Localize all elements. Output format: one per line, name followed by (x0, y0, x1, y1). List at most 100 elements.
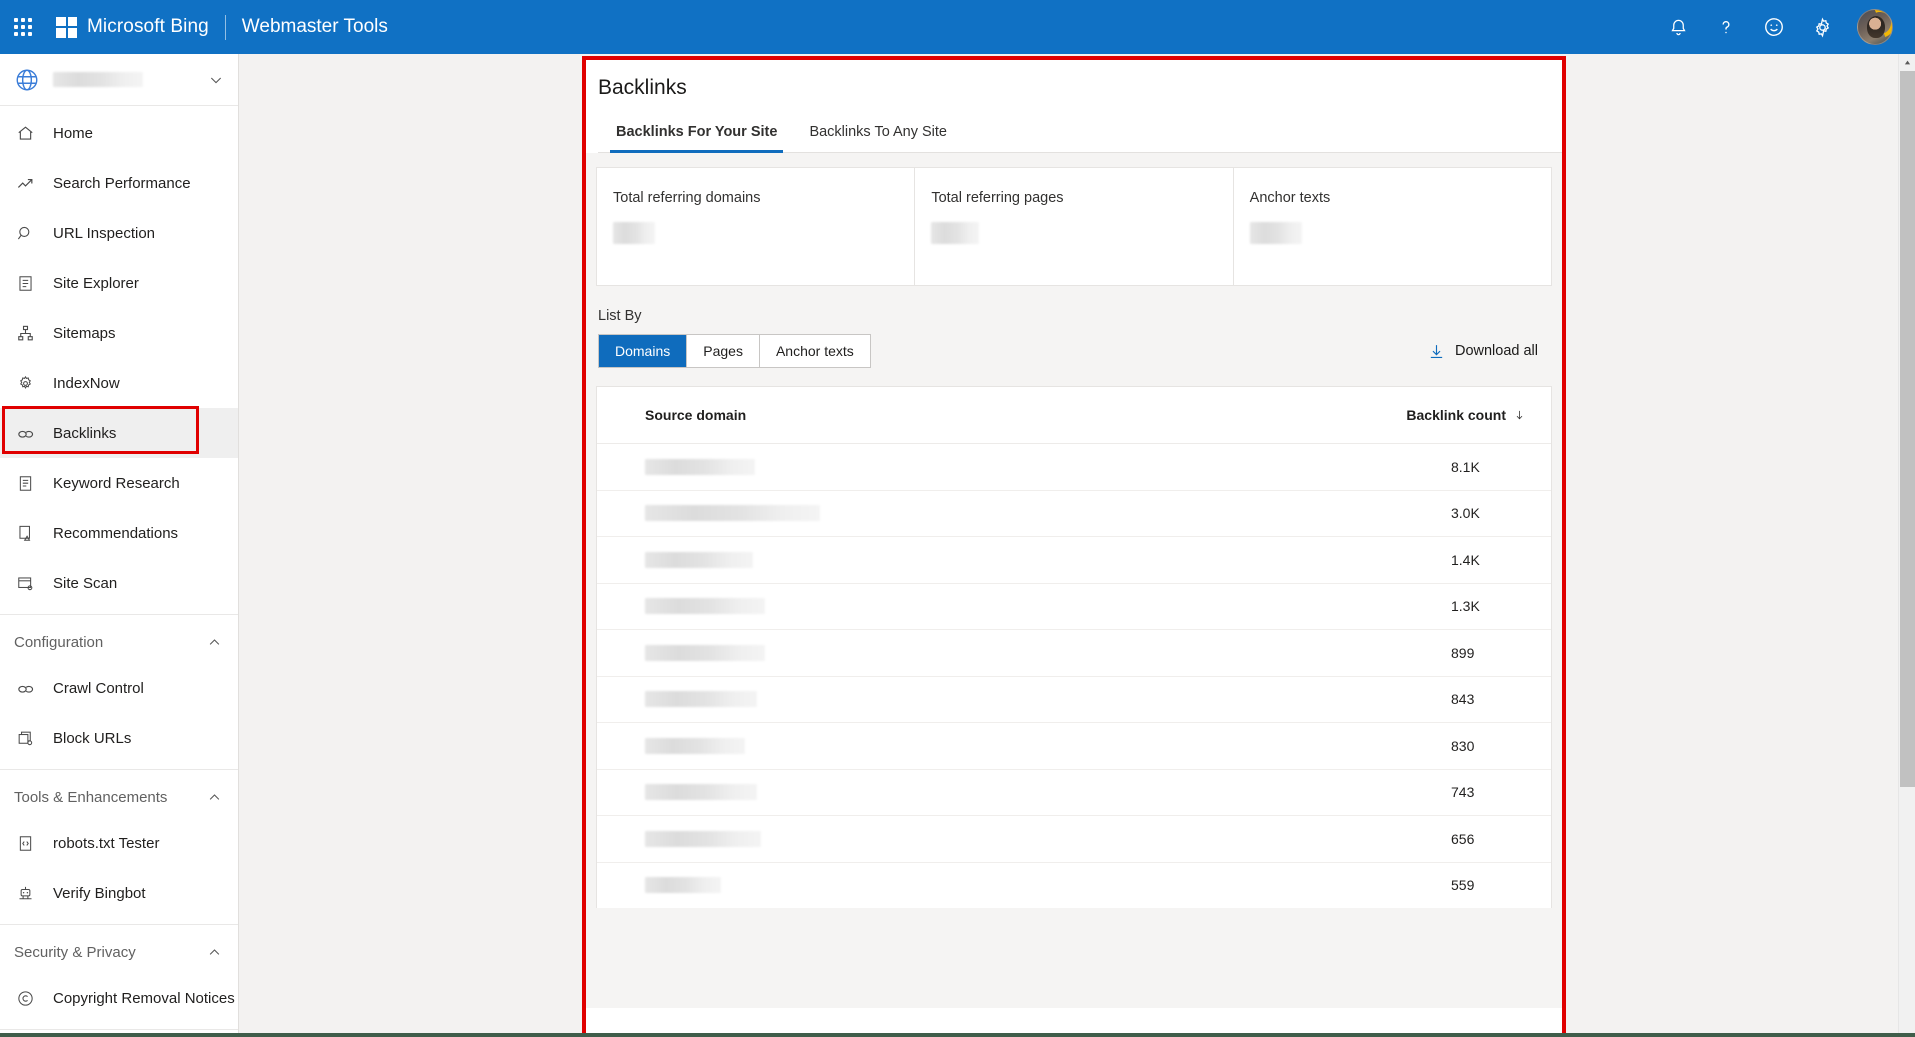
nav-divider (0, 614, 238, 615)
backlinks-panel: Backlinks Backlinks For Your Site Backli… (584, 58, 1564, 1037)
app-launcher-icon[interactable] (12, 16, 34, 38)
sidebar-item-label: Home (53, 124, 94, 142)
chevron-up-icon[interactable] (207, 790, 222, 805)
download-all-label: Download all (1454, 343, 1538, 359)
settings-gear-icon[interactable] (1809, 14, 1835, 40)
gear-target-icon (14, 372, 36, 394)
table-row[interactable]: 899 (597, 630, 1551, 677)
scrollbar-up-arrow-icon[interactable] (1899, 54, 1915, 71)
source-domain-cell (645, 691, 757, 708)
source-domain-cell (645, 830, 761, 847)
sidebar-item-crawl-control[interactable]: Crawl Control (0, 663, 238, 713)
table-row[interactable]: 830 (597, 723, 1551, 770)
chevron-up-icon[interactable] (207, 635, 222, 650)
backlink-count-cell: 830 (1451, 737, 1475, 754)
brand-divider (224, 14, 226, 40)
sidebar-item-verify-bingbot[interactable]: Verify Bingbot (0, 868, 238, 918)
sidebar-group-label: Tools & Enhancements (14, 788, 168, 806)
robot-icon (14, 882, 36, 904)
site-selector[interactable] (0, 54, 238, 106)
table-row[interactable]: 3.0K (597, 491, 1551, 537)
table-header-row: Source domain Backlink count (597, 387, 1551, 444)
table-body: 8.1K3.0K1.4K1.3K899843830743656559515480… (597, 444, 1551, 908)
sidebar-item-recommendations[interactable]: Recommendations (0, 508, 238, 558)
table-row[interactable]: 843 (597, 677, 1551, 723)
top-app-bar: Microsoft Bing Webmaster Tools (0, 0, 1915, 54)
sidebar-item-label: URL Inspection (53, 224, 155, 242)
page-scrollbar[interactable] (1898, 54, 1915, 1037)
column-header-source-domain[interactable]: Source domain (645, 407, 746, 423)
globe-icon (14, 67, 40, 93)
backlink-count-cell: 899 (1451, 644, 1475, 661)
sidebar-item-site-explorer[interactable]: Site Explorer (0, 258, 238, 308)
nav-divider (0, 769, 238, 770)
product-title: Webmaster Tools (241, 16, 388, 37)
scan-window-icon (14, 572, 36, 594)
sidebar-item-site-scan[interactable]: Site Scan (0, 558, 238, 608)
list-by-row: Domains Pages Anchor texts Download all (596, 334, 1552, 368)
backlinks-table: Source domain Backlink count 8.1K 3.0K 1.4… (596, 386, 1552, 908)
sidebar-item-keyword-research[interactable]: Keyword Research (0, 458, 238, 508)
feedback-smiley-icon[interactable] (1761, 14, 1787, 40)
card-label: Total referring domains (613, 190, 761, 206)
sidebar-item-sitemaps[interactable]: Sitemaps (0, 308, 238, 358)
table-row[interactable]: 1.3K (597, 584, 1551, 630)
sidebar-item-search-performance[interactable]: Search Performance (0, 158, 238, 208)
list-by-anchor-texts-button[interactable]: Anchor texts (759, 335, 870, 367)
sidebar-item-indexnow[interactable]: IndexNow (0, 358, 238, 408)
card-value (931, 222, 980, 244)
help-icon[interactable] (1713, 14, 1739, 40)
source-domain-cell (645, 551, 753, 568)
sidebar-item-home[interactable]: Home (0, 108, 238, 158)
home-icon (14, 122, 36, 144)
sidebar-item-url-inspection[interactable]: URL Inspection (0, 208, 238, 258)
scrollbar-thumb[interactable] (1900, 71, 1915, 787)
sidebar-item-label: Site Scan (53, 574, 118, 592)
table-row[interactable]: 656 (597, 816, 1551, 863)
notifications-icon[interactable] (1665, 14, 1691, 40)
column-header-backlink-count[interactable]: Backlink count (1406, 407, 1525, 423)
sidebar-item-label: IndexNow (53, 374, 120, 392)
selected-site-value (53, 72, 143, 87)
sidebar-group-configuration[interactable]: Configuration (0, 621, 238, 663)
sidebar-group-label: Security & Privacy (14, 943, 136, 961)
sidebar-item-copyright-removal-notices[interactable]: Copyright Removal Notices (0, 973, 238, 1023)
tab-backlinks-to-any-site[interactable]: Backlinks To Any Site (793, 116, 963, 152)
primary-nav-list: Home Search Performance URL Inspection S… (0, 106, 238, 1037)
card-total-referring-domains: Total referring domains (597, 168, 916, 285)
table-row[interactable]: 1.4K (597, 537, 1551, 584)
link-chain-icon (14, 677, 36, 699)
sidebar-item-robots-txt-tester[interactable]: robots.txt Tester (0, 818, 238, 868)
sidebar-item-label: Recommendations (53, 524, 179, 542)
table-row[interactable]: 559 (597, 863, 1551, 909)
list-by-domains-button[interactable]: Domains (599, 335, 688, 367)
list-by-label: List By (598, 308, 642, 324)
chevron-down-icon[interactable] (208, 72, 224, 88)
list-by-segmented-control: Domains Pages Anchor texts (598, 334, 871, 368)
main-content-area: Backlinks Backlinks For Your Site Backli… (240, 54, 1915, 1037)
card-label: Total referring pages (931, 190, 1064, 206)
sidebar-group-label: Configuration (14, 633, 104, 651)
sidebar-group-security-privacy[interactable]: Security & Privacy (0, 931, 238, 973)
user-avatar[interactable] (1857, 9, 1893, 45)
source-domain-cell (645, 737, 745, 754)
sidebar-item-backlinks[interactable]: Backlinks (0, 408, 238, 458)
sidebar-item-label: Block URLs (53, 729, 132, 747)
backlinks-tablist: Backlinks For Your Site Backlinks To Any… (598, 116, 1564, 153)
tab-backlinks-for-your-site[interactable]: Backlinks For Your Site (600, 116, 793, 153)
table-row[interactable]: 743 (597, 770, 1551, 816)
sidebar-group-tools-enhancements[interactable]: Tools & Enhancements (0, 776, 238, 818)
download-all-button[interactable]: Download all (1428, 342, 1552, 361)
card-label: Anchor texts (1249, 190, 1331, 206)
page-title: Backlinks (598, 76, 687, 99)
table-row[interactable]: 8.1K (597, 444, 1551, 491)
sidebar-item-block-urls[interactable]: Block URLs (0, 713, 238, 763)
sitemap-icon (14, 322, 36, 344)
list-by-pages-button[interactable]: Pages (687, 335, 760, 367)
left-navigation-sidebar: Home Search Performance URL Inspection S… (0, 54, 239, 1037)
sidebar-item-label: Copyright Removal Notices (53, 989, 235, 1007)
card-value (613, 222, 655, 244)
chevron-up-icon[interactable] (207, 945, 222, 960)
card-anchor-texts: Anchor texts (1234, 168, 1551, 285)
sidebar-item-label: Crawl Control (53, 679, 144, 697)
